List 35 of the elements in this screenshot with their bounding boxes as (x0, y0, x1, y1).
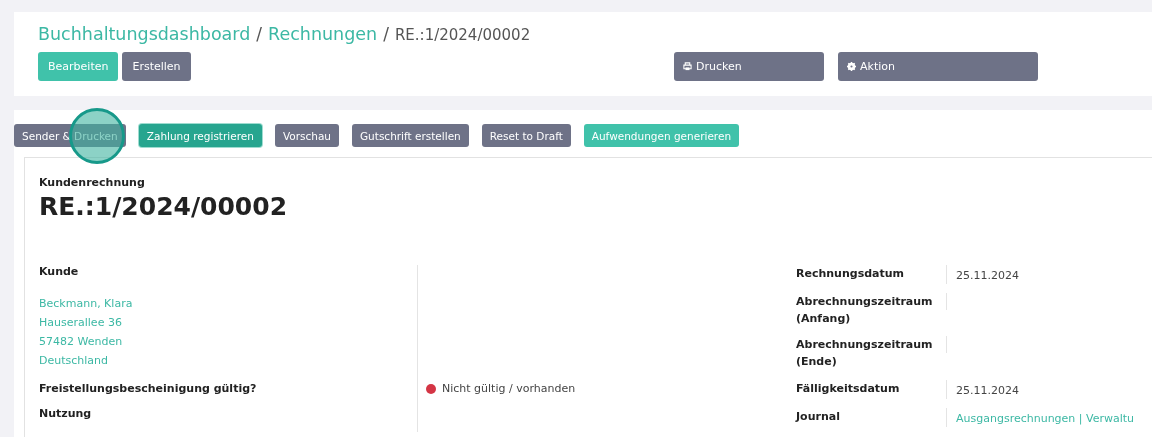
breadcrumb-separator: / (256, 24, 263, 44)
action-button[interactable]: Aktion (838, 52, 1038, 81)
breadcrumb-link[interactable]: Rechnungen (268, 24, 378, 44)
field-label: Rechnungsdatum (796, 266, 906, 282)
field-label: Kunde (39, 265, 80, 278)
click-indicator (69, 108, 125, 164)
field-label: Freistellungsbescheinigung gültig? (39, 382, 258, 395)
breadcrumb-link[interactable]: Buchhaltungsdashboard (38, 24, 251, 44)
field-label: Nutzung (39, 407, 93, 420)
action-button[interactable]: Gutschrift erstellen (352, 124, 469, 147)
status-text: Nicht gültig / vorhanden (442, 382, 576, 395)
create-button[interactable]: Erstellen (122, 52, 191, 81)
field-value: 25.11.2024 (956, 269, 1019, 282)
field-value: 25.11.2024 (956, 383, 1019, 397)
invoice-number: RE.:1/2024/00002 (39, 192, 289, 221)
address-link[interactable]: Hauserallee 36 (39, 313, 122, 332)
print-button[interactable]: Drucken (674, 52, 824, 81)
address-link[interactable]: Deutschland (39, 351, 109, 370)
document-type: Kundenrechnung (39, 176, 146, 189)
address-link[interactable]: Beckmann, Klara (39, 294, 133, 313)
field-label: Abrechnungszeitraum (Anfang) (796, 294, 934, 328)
breadcrumb-separator: / (383, 24, 389, 44)
edit-button[interactable]: Bearbeiten (38, 52, 119, 81)
field-label: Abrechnungszeitraum (Ende) (796, 337, 934, 371)
journal-link[interactable]: Ausgangsrechnungen | Verwaltu (956, 411, 1135, 425)
field-label: Fälligkeitsdatum (796, 380, 901, 397)
action-button[interactable]: Vorschau (274, 124, 339, 147)
action-button[interactable]: Reset to Draft (481, 124, 571, 147)
breadcrumb-current: RE.:1/2024/00002 (394, 26, 531, 44)
address-link[interactable]: 57482 Wenden (39, 332, 123, 351)
settings-icon (847, 62, 856, 71)
action-button[interactable]: Aufwendungen generieren (583, 124, 740, 147)
field-label: Journal (796, 408, 841, 425)
print-icon (683, 62, 692, 71)
action-button[interactable]: Zahlung registrieren (138, 124, 262, 147)
